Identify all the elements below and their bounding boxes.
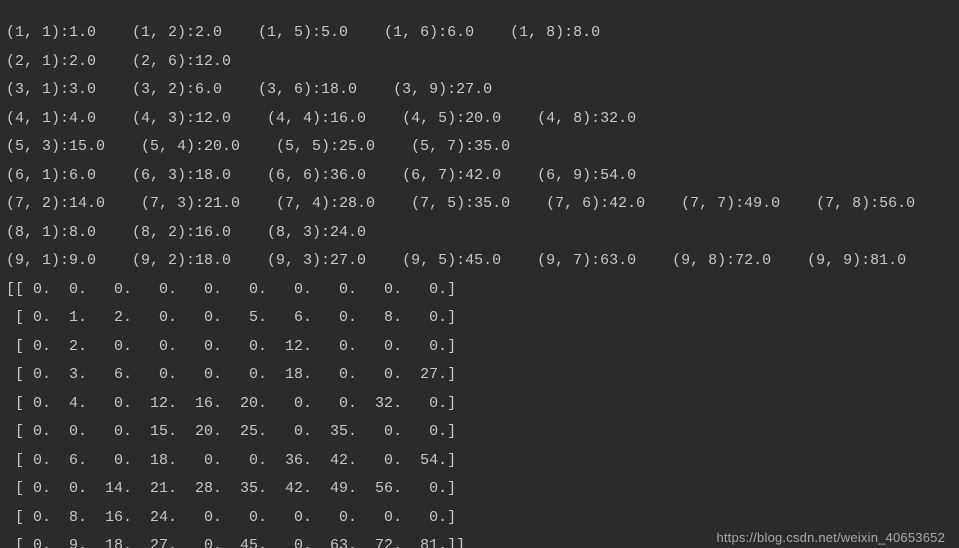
console-output: (1, 1):1.0 (1, 2):2.0 (1, 5):5.0 (1, 6):… [0, 15, 959, 548]
watermark-text: https://blog.csdn.net/weixin_40653652 [716, 526, 945, 548]
